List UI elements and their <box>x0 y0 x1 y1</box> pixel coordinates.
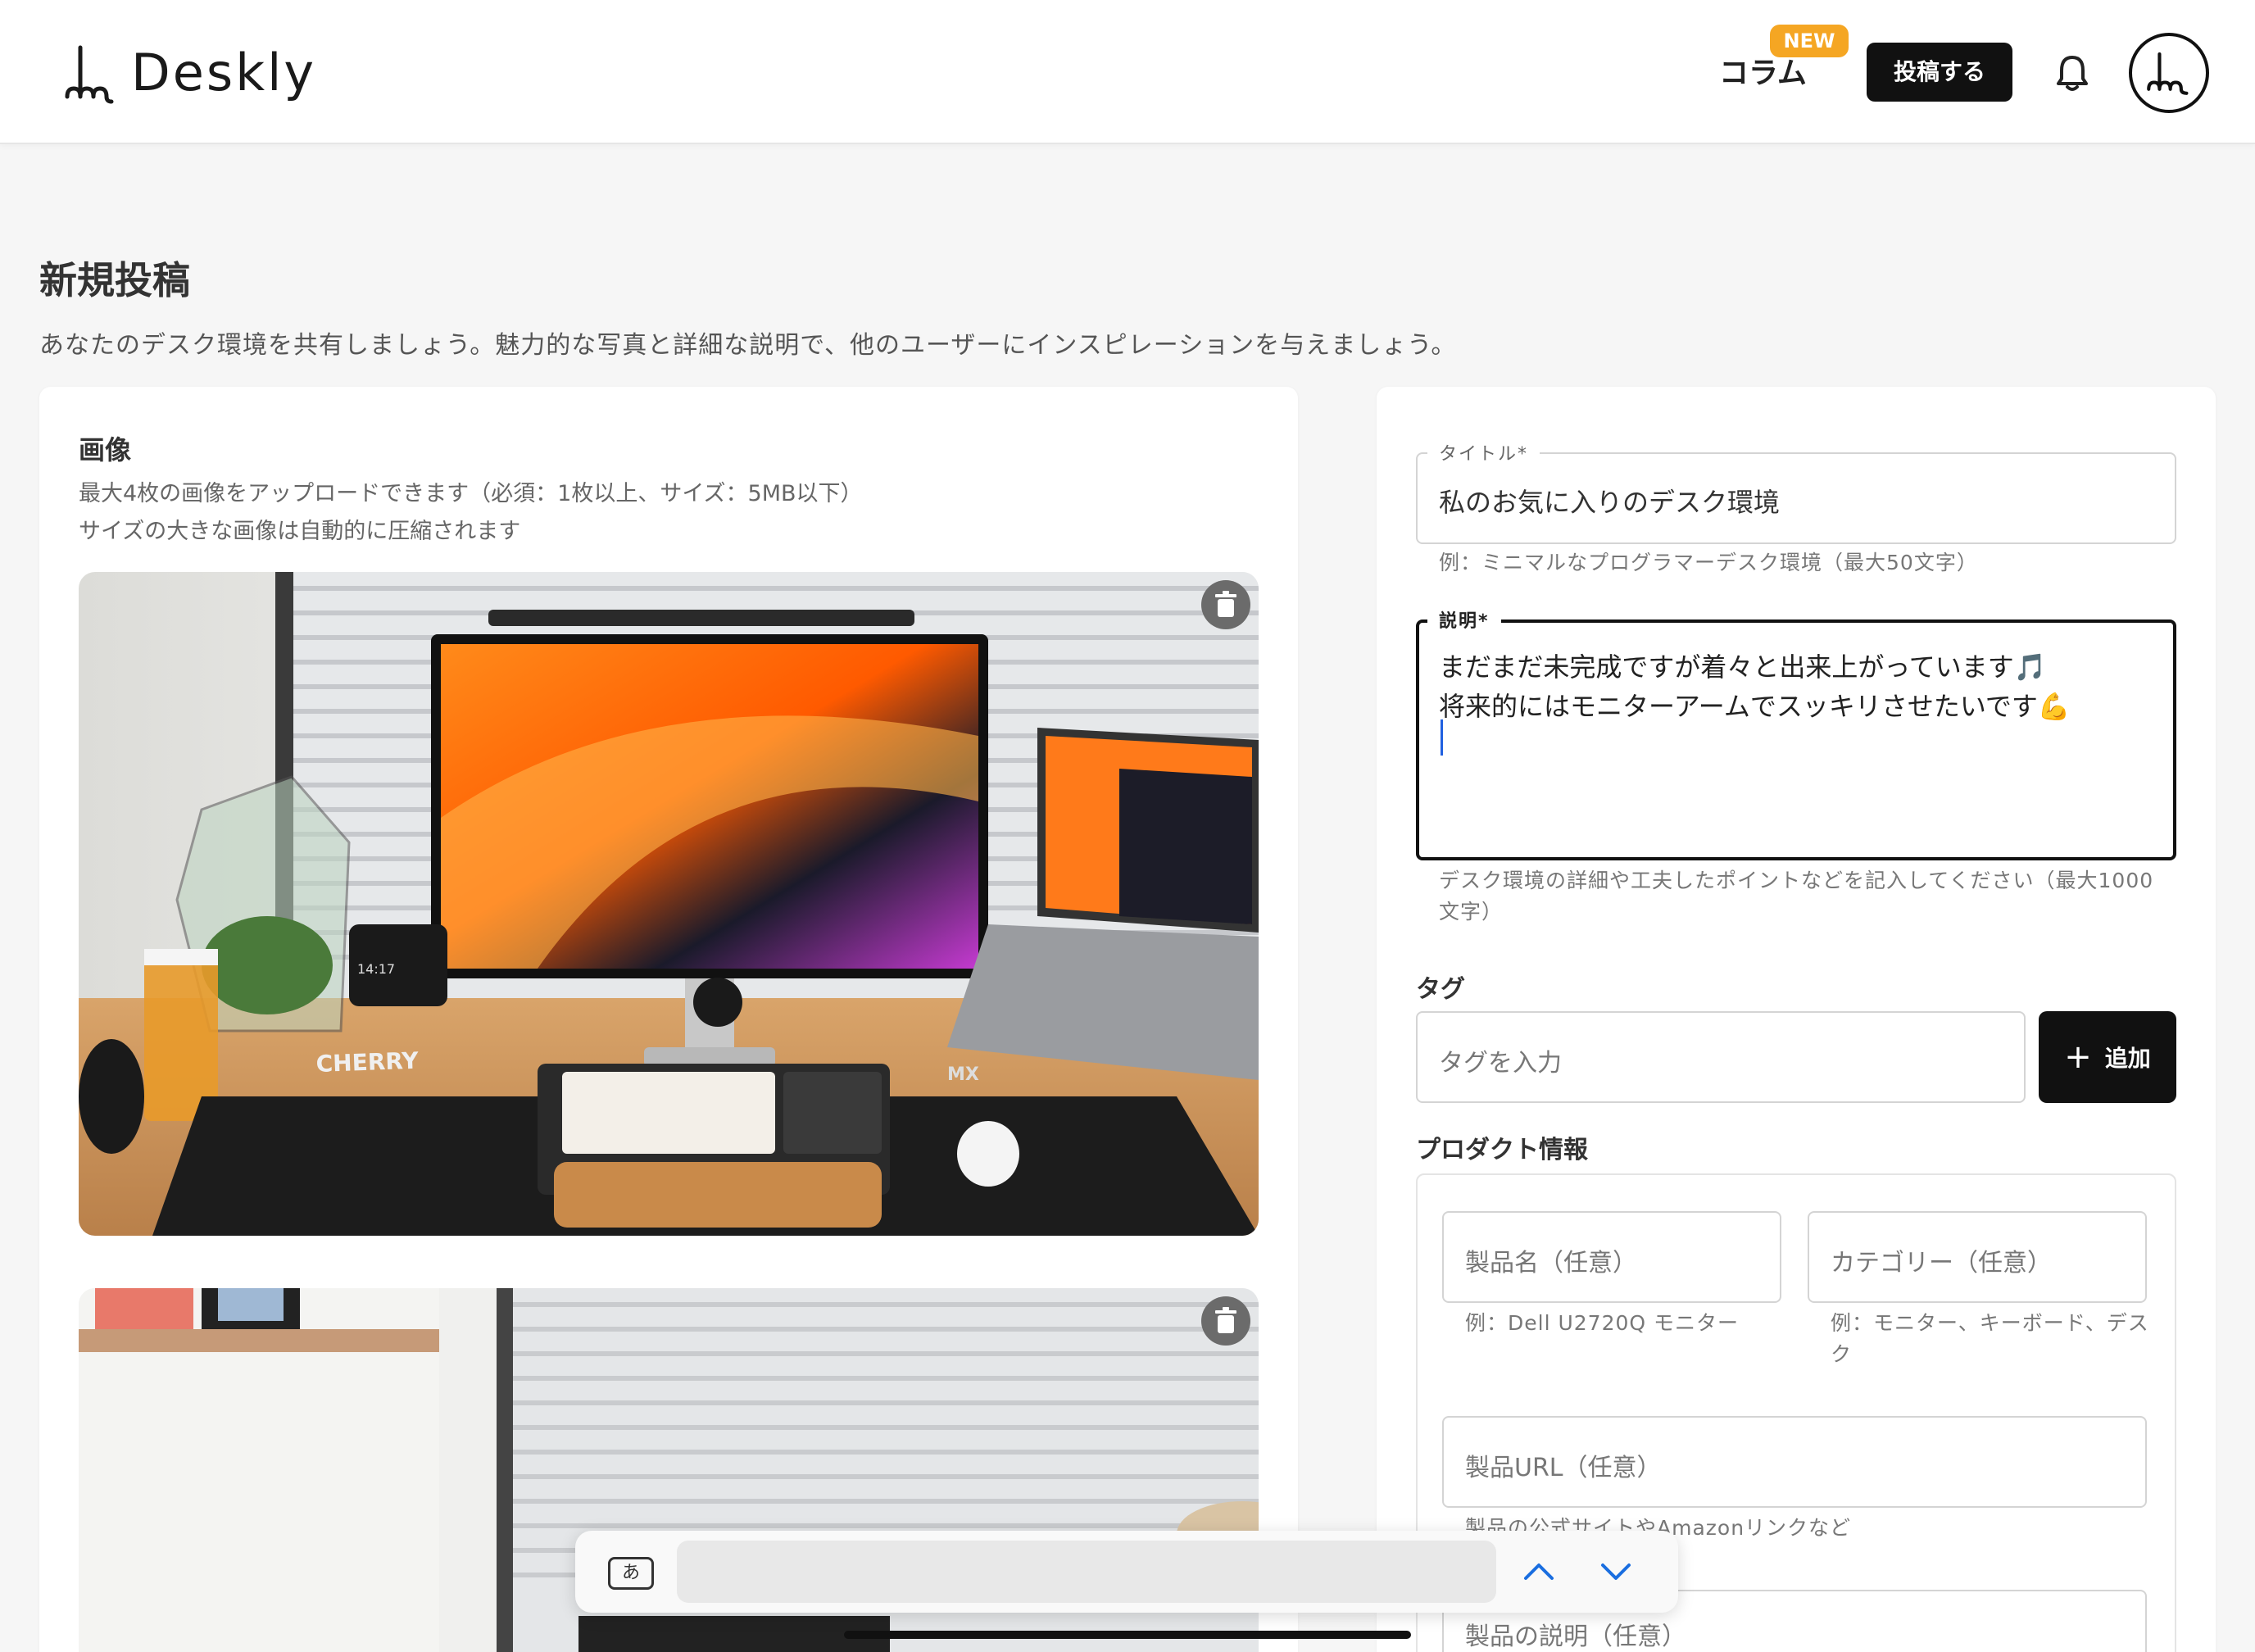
post-button[interactable]: 投稿する <box>1867 43 2012 102</box>
page-description: あなたのデスク環境を共有しましょう。魅力的な写真と詳細な説明で、他のユーザーにイ… <box>39 331 1457 360</box>
description-line-1: まだまだ未完成ですが着々と出来上がっています🎵 <box>1439 651 2047 683</box>
category-placeholder: カテゴリー（任意） <box>1831 1249 2052 1278</box>
title-helper: 例：ミニマルなプログラマーデスク環境（最大50文字） <box>1439 551 1978 574</box>
images-help-line-1: 最大4枚の画像をアップロードできます（必須：1枚以上、サイズ：5MB以下） <box>79 481 863 506</box>
images-help-text: 最大4枚の画像をアップロードできます（必須：1枚以上、サイズ：5MB以下） サイ… <box>79 475 863 551</box>
add-tag-label: 追加 <box>2104 1045 2151 1072</box>
avatar[interactable] <box>2129 33 2209 113</box>
url-placeholder: 製品URL（任意） <box>1465 1454 1662 1482</box>
avatar-logo-icon <box>2147 52 2189 95</box>
title-input-value: 私のお気に入りのデスク環境 <box>1439 487 1781 518</box>
chevron-down-icon[interactable] <box>1598 1554 1634 1590</box>
title-label: タイトル* <box>1427 439 1540 465</box>
plus-icon: + <box>2064 1038 2092 1076</box>
description-label: 説明* <box>1427 606 1501 633</box>
photo-mat-brand: CHERRY <box>315 1047 420 1078</box>
images-help-line-2: サイズの大きな画像は自動的に圧縮されます <box>79 519 521 544</box>
tag-input-placeholder: タグを入力 <box>1439 1049 1562 1078</box>
trash-icon <box>1215 591 1236 617</box>
home-indicator <box>844 1631 1411 1639</box>
post-form-card: 私のお気に入りのデスク環境 タイトル* 例：ミニマルなプログラマーデスク環境（最… <box>1377 387 2216 1652</box>
product-url-input[interactable]: 製品URL（任意） <box>1442 1416 2147 1508</box>
product-name-helper: 例：Dell U2720Q モニター <box>1465 1311 1740 1335</box>
title-input[interactable]: 私のお気に入りのデスク環境 <box>1416 452 2176 544</box>
logo-icon <box>65 45 114 104</box>
images-section-title: 画像 <box>79 434 132 465</box>
desk-photo: 14:17 CHERRY MX <box>79 572 1259 1236</box>
product-category-input[interactable]: カテゴリー（任意） <box>1808 1211 2147 1303</box>
product-section-title: プロダクト情報 <box>1416 1136 1588 1164</box>
trash-icon <box>1215 1307 1236 1333</box>
add-tag-button[interactable]: + 追加 <box>2039 1011 2176 1103</box>
description-text: まだまだ未完成ですが着々と出来上がっています🎵 将来的にはモニターアームでスッキ… <box>1439 647 2071 726</box>
app-header: Deskly コラム NEW 投稿する <box>0 0 2255 144</box>
keyboard-find-bar: あ <box>575 1531 1678 1613</box>
product-desc-placeholder: 製品の説明（任意） <box>1465 1622 1686 1651</box>
delete-photo-2-button[interactable] <box>1201 1296 1250 1346</box>
images-card: 画像 最大4枚の画像をアップロードできます（必須：1枚以上、サイズ：5MB以下）… <box>39 387 1298 1652</box>
uploaded-photo-1[interactable]: 14:17 CHERRY MX <box>79 572 1259 1236</box>
photo-clock-text: 14:17 <box>357 961 395 977</box>
description-textarea[interactable]: まだまだ未完成ですが着々と出来上がっています🎵 将来的にはモニターアームでスッキ… <box>1416 620 2176 860</box>
bell-icon[interactable] <box>2055 54 2089 92</box>
chevron-up-icon[interactable] <box>1521 1554 1557 1590</box>
input-mode-key[interactable]: あ <box>608 1557 654 1590</box>
delete-photo-1-button[interactable] <box>1201 580 1250 629</box>
photo-pad-brand: MX <box>947 1064 979 1085</box>
find-input[interactable] <box>677 1541 1496 1603</box>
tag-input[interactable]: タグを入力 <box>1416 1011 2026 1103</box>
description-helper: デスク環境の詳細や工夫したポイントなどを記入してください（最大1000文字） <box>1439 869 2154 924</box>
new-badge: NEW <box>1770 25 1849 57</box>
tags-section-title: タグ <box>1416 975 1465 1004</box>
product-name-placeholder: 製品名（任意） <box>1465 1249 1637 1278</box>
logo-text: Deskly <box>131 42 317 102</box>
description-line-2: 将来的にはモニターアームでスッキリさせたいです💪 <box>1439 691 2071 722</box>
product-name-input[interactable]: 製品名（任意） <box>1442 1211 1781 1303</box>
logo[interactable]: Deskly <box>59 33 316 111</box>
text-caret <box>1441 719 1443 756</box>
category-helper: 例：モニター、キーボード、デスク <box>1831 1311 2149 1366</box>
page-title: 新規投稿 <box>39 258 190 302</box>
